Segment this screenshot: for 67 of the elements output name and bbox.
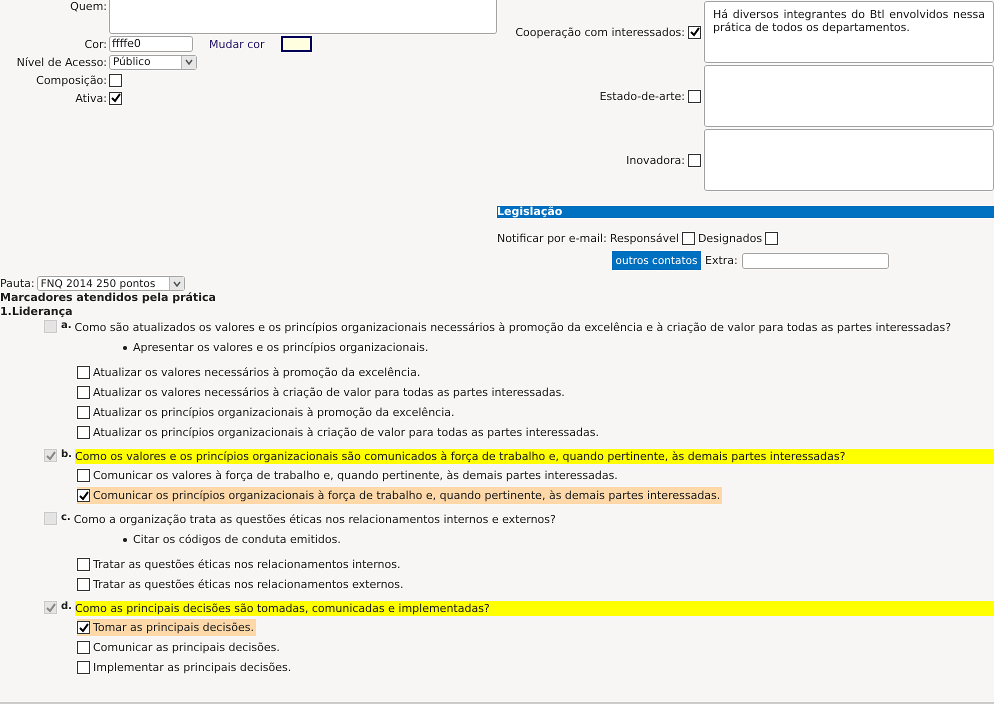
checkbox[interactable]: [77, 661, 90, 674]
option-label: Comunicar os princípios organizacionais à força de trabalho e, quando pertinente, às demais partes interessadas.: [93, 489, 720, 502]
option-label: Implementar as principais decisões.: [93, 661, 292, 674]
other-contacts-button[interactable]: outros contatos: [612, 251, 701, 270]
checkbox[interactable]: [77, 386, 90, 399]
field-label: Quem:: [69, 0, 107, 13]
question-text: Como são atualizados os valores e os princípios organizacionais necessários à promoção da excelência e à criação de valor para todas as partes interessadas?: [74, 320, 952, 335]
option-label: Comunicar as principais decisões.: [93, 641, 280, 654]
field-label: Extra:: [705, 254, 738, 267]
checkbox[interactable]: [688, 90, 701, 102]
checkbox-label: Designados: [698, 232, 762, 245]
checkbox[interactable]: [77, 558, 90, 571]
checkbox[interactable]: [688, 26, 701, 38]
checkbox[interactable]: [109, 92, 122, 104]
field-label: Inovadora:: [625, 154, 685, 166]
question-text: Como as principais decisões são tomadas, comunicadas e implementadas?: [74, 601, 994, 616]
question-text: Como a organização trata as questões éticas nos relacionamentos internos e externos?: [74, 512, 557, 527]
checkbox[interactable]: [77, 426, 90, 439]
section-title: 1.Liderança: [0, 305, 74, 319]
section-header: Legislação: [497, 206, 994, 218]
checkbox[interactable]: [77, 641, 90, 654]
color-swatch[interactable]: [280, 36, 312, 52]
checkbox[interactable]: [682, 232, 695, 245]
select-field[interactable]: FNQ 2014 250 pontos: [36, 276, 185, 291]
text-area[interactable]: Há diversos integrantes do Btl envolvidos nessa prática de todos os departamentos.: [704, 1, 994, 63]
option-label: Tratar as questões éticas nos relacionamentos externos.: [93, 578, 404, 591]
checkbox[interactable]: [765, 232, 778, 245]
field-label: Composição:: [35, 74, 107, 86]
checkbox[interactable]: [77, 578, 90, 591]
field-label: Cooperação com interessados:: [514, 26, 685, 38]
checkbox[interactable]: [77, 469, 90, 482]
field-label: Ativa:: [74, 92, 107, 104]
input-field[interactable]: ffffe0: [109, 36, 193, 52]
field-label: Nível de Acesso:: [16, 56, 107, 68]
hint-text: Apresentar os valores e os princípios organizacionais.: [133, 341, 428, 354]
checkbox-label: Responsável: [610, 232, 679, 245]
field-label: Notificar por e-mail:: [497, 232, 607, 245]
option-label: Comunicar os valores à força de trabalho e, quando pertinente, às demais partes interessadas.: [93, 469, 618, 482]
question-letter: a.: [61, 320, 72, 331]
select-field[interactable]: Público: [109, 54, 197, 70]
bullet-icon: [123, 346, 127, 350]
question-letter: d.: [61, 601, 72, 612]
bullet-icon: [123, 538, 127, 542]
hint-text: Citar os códigos de conduta emitidos.: [133, 533, 341, 546]
question-text: Como os valores e os princípios organizacionais são comunicados à força de trabalho e, quando pertinente, às demais partes interessadas?: [74, 449, 994, 464]
checkbox[interactable]: [77, 621, 90, 634]
chevron-icon: [185, 59, 193, 65]
field-label: Estado-de-arte:: [598, 90, 685, 102]
checkbox[interactable]: [77, 489, 90, 502]
option-label: Tratar as questões éticas nos relacionamentos internos.: [93, 558, 400, 571]
option-label: Atualizar os valores necessários à promoção da excelência.: [93, 366, 420, 379]
option-label: Atualizar os valores necessários à criação de valor para todas as partes interessadas.: [93, 386, 565, 399]
question-letter: b.: [61, 449, 72, 460]
question-letter: c.: [61, 512, 71, 523]
checkbox[interactable]: [688, 154, 701, 166]
option-label: Atualizar os princípios organizacionais à promoção da excelência.: [93, 406, 455, 419]
option-label: Tomar as principais decisões.: [93, 621, 254, 634]
field-label: Pauta:: [0, 277, 35, 290]
checkbox[interactable]: [77, 406, 90, 419]
input-field[interactable]: [742, 252, 889, 268]
option-label: Atualizar os princípios organizacionais à criação de valor para todas as partes interessadas.: [93, 426, 599, 439]
section-title: Marcadores atendidos pela prática: [0, 291, 217, 305]
chevron-icon: [172, 280, 181, 286]
field-label: Cor:: [84, 38, 107, 50]
checkbox[interactable]: [77, 366, 90, 379]
checkbox[interactable]: [109, 74, 122, 86]
change-color-link[interactable]: Mudar cor: [209, 38, 265, 50]
